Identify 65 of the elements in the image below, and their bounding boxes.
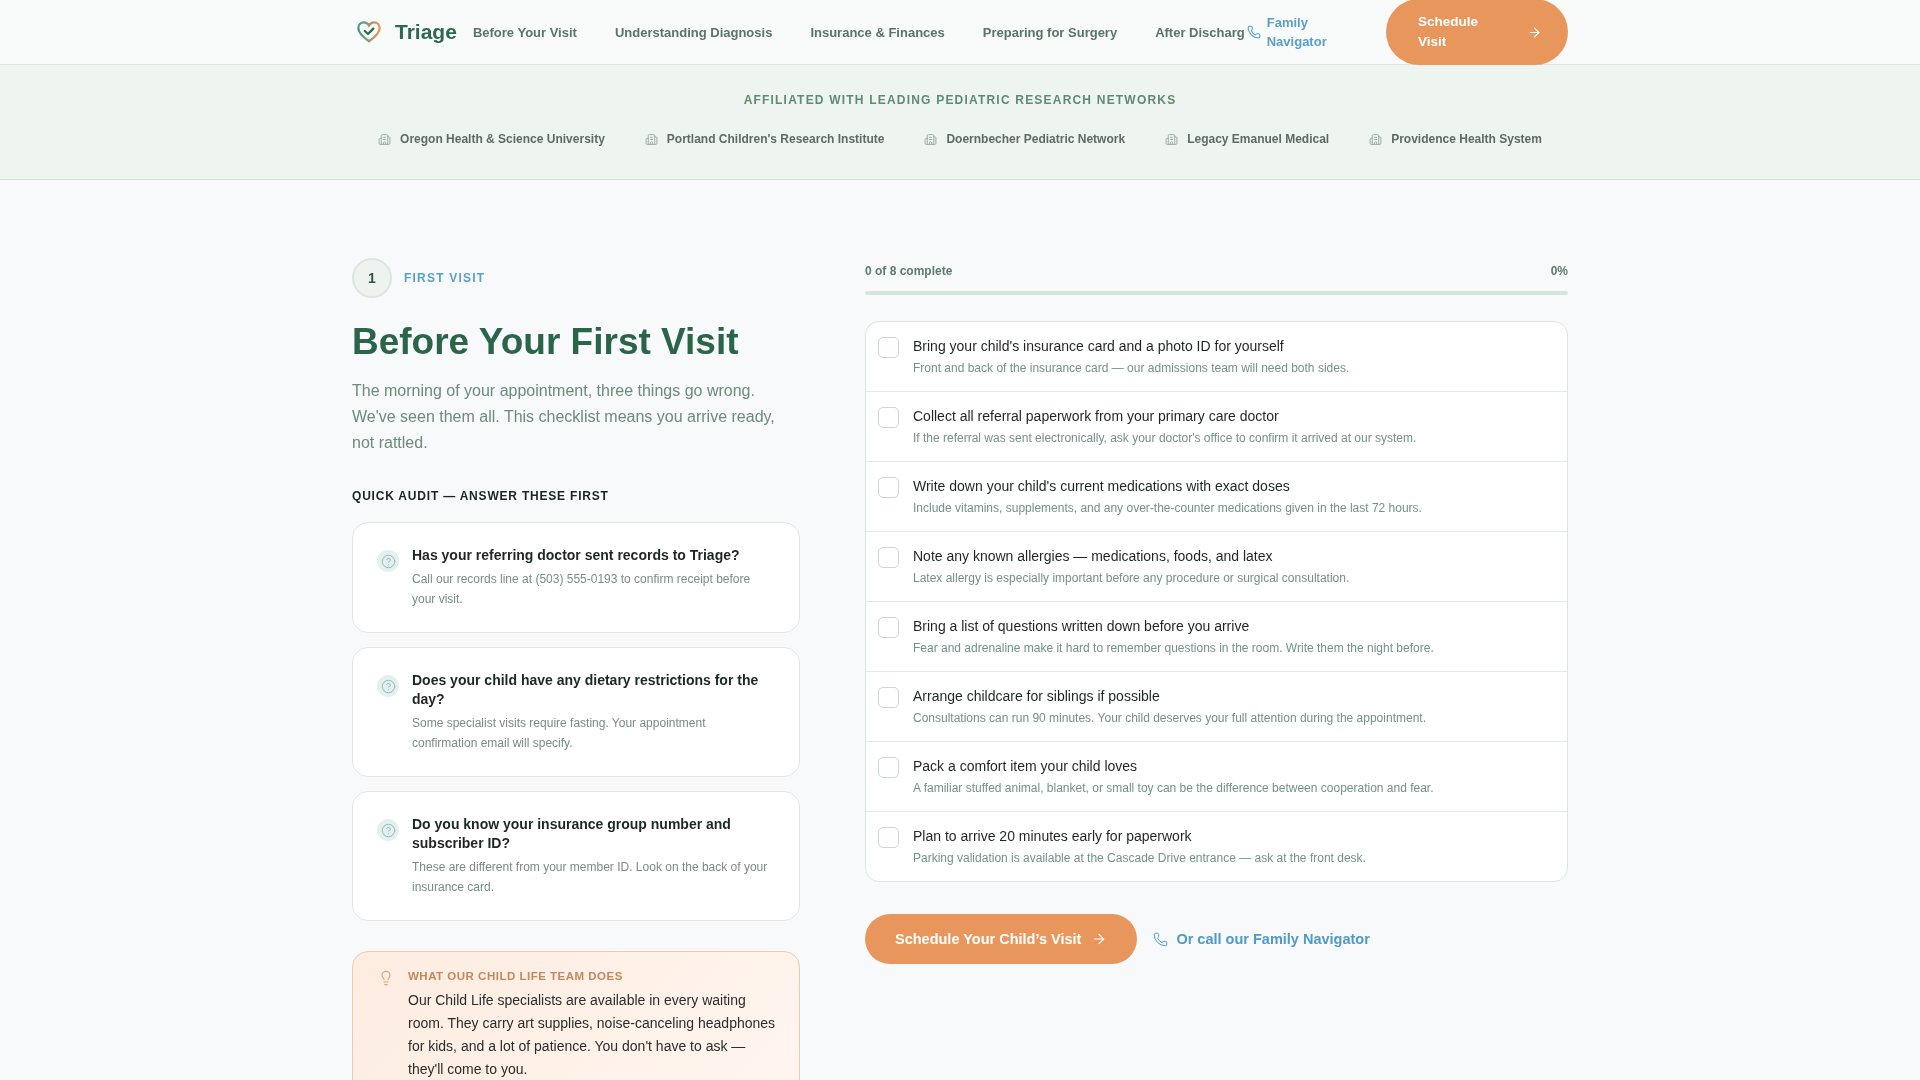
checklist-item-note: Consultations can run 90 minutes. Your child deserves your full attention during the appointment.	[913, 710, 1426, 727]
checklist-item-title: Note any known allergies — medications, foods, and latex	[913, 547, 1274, 566]
building-icon	[378, 132, 392, 146]
brand-name: Triage	[395, 20, 457, 44]
lightbulb-icon	[378, 970, 394, 986]
question-hint: Call our records line at (503) 555-0193 to confirm receipt before your visit.	[412, 571, 752, 608]
affiliate-name: Oregon Health & Science University	[400, 132, 605, 146]
phone-icon	[1246, 25, 1261, 39]
phone-icon	[1153, 931, 1169, 947]
building-icon	[1165, 132, 1179, 146]
audit-heading: QUICK AUDIT — ANSWER THESE FIRST	[352, 489, 610, 503]
checklist-item-note: Front and back of the insurance card — our admissions team will need both sides.	[913, 360, 1350, 377]
checkbox[interactable]	[878, 547, 899, 568]
checkbox[interactable]	[878, 477, 899, 498]
help-icon	[377, 550, 399, 572]
nav-link[interactable]: Preparing for Surgery	[982, 24, 1118, 40]
progress-summary: 0 of 8 complete	[865, 264, 953, 278]
checkbox[interactable]	[878, 757, 899, 778]
step-number: 1	[352, 258, 392, 298]
checkbox[interactable]	[878, 617, 899, 638]
checklist-item-title: Plan to arrive 20 minutes early for paperwork	[913, 827, 1193, 846]
step-label: FIRST VISIT	[404, 271, 486, 285]
checkbox[interactable]	[878, 827, 899, 848]
checkbox[interactable]	[878, 407, 899, 428]
tip-label: WHAT OUR CHILD LIFE TEAM DOES	[408, 969, 624, 983]
checklist-item-title: Write down your child's current medications with exact doses	[913, 477, 1291, 496]
call-navigator-link[interactable]: Or call our Family Navigator	[1153, 931, 1370, 947]
question-hint: These are different from your member ID. Look on the back of your insurance card.	[412, 859, 769, 896]
checklist-item-note: Latex allergy is especially important before any procedure or surgical consultation.	[913, 570, 1350, 587]
nav-link[interactable]: After Discharg	[1155, 24, 1245, 40]
affiliate-name: Doernbecher Pediatric Network	[946, 132, 1126, 146]
affiliate-name: Providence Health System	[1391, 132, 1542, 146]
checkbox[interactable]	[878, 337, 899, 358]
heart-check-icon	[357, 21, 381, 43]
question-title: Has your referring doctor sent records to Triage?	[412, 546, 741, 565]
checklist-item-note: If the referral was sent electronically, ask your doctor's office to confirm it arrived at our system.	[913, 430, 1417, 447]
affiliate-name: Portland Children's Research Institute	[666, 132, 885, 146]
checkbox[interactable]	[878, 687, 899, 708]
affiliate-name: Legacy Emanuel Medical	[1187, 132, 1330, 146]
question-hint: Some specialist visits require fasting. Your appointment confirmation email will specify.	[412, 715, 707, 752]
checklist-item-note: A familiar stuffed animal, blanket, or small toy can be the difference between cooperation and fear.	[913, 780, 1434, 797]
nav-link[interactable]: Understanding Diagnosis	[614, 24, 773, 40]
checklist-item-title: Collect all referral paperwork from your primary care doctor	[913, 407, 1280, 426]
checklist-item-note: Parking validation is available at the Cascade Drive entrance — ask at the front desk.	[913, 850, 1366, 867]
lead-paragraph: The morning of your appointment, three things go wrong. We've seen them all. This checklist means you arrive ready, not rattled.	[352, 381, 776, 453]
question-title: Do you know your insurance group number and subscriber ID?	[412, 815, 732, 853]
building-icon	[924, 132, 938, 146]
checklist-item-title: Bring a list of questions written down before you arrive	[913, 617, 1251, 636]
checklist-item-title: Arrange childcare for siblings if possible	[913, 687, 1161, 706]
help-icon	[377, 675, 399, 697]
tip-text: Our Child Life specialists are available in every waiting room. They carry art supplies, noise-canceling headphones for kids, and a lot of patience. You don't have to ask — they'll come to you.	[408, 991, 777, 1079]
help-icon	[377, 819, 399, 841]
checklist-item-note: Fear and adrenaline make it hard to remember questions in the room. Write them the night before.	[913, 640, 1434, 657]
progress-percent: 0%	[1550, 264, 1568, 278]
family-navigator-link[interactable]: Family Navigator	[1246, 13, 1335, 51]
question-title: Does your child have any dietary restrictions for the day?	[412, 671, 760, 709]
nav-link[interactable]: Insurance & Finances	[810, 24, 945, 40]
building-icon	[1369, 132, 1383, 146]
checklist-item-title: Bring your child's insurance card and a photo ID for yourself	[913, 337, 1285, 356]
checklist-item-note: Include vitamins, supplements, and any over-the-counter medications given in the last 72 hours.	[913, 500, 1422, 517]
checklist-item-title: Pack a comfort item your child loves	[913, 757, 1139, 776]
page-heading: Before Your First Visit	[352, 320, 740, 364]
nav-link[interactable]: Before Your Visit	[472, 24, 577, 40]
affiliations-title: AFFILIATED WITH LEADING PEDIATRIC RESEARCH NETWORKS	[743, 93, 1177, 107]
building-icon	[644, 132, 658, 146]
